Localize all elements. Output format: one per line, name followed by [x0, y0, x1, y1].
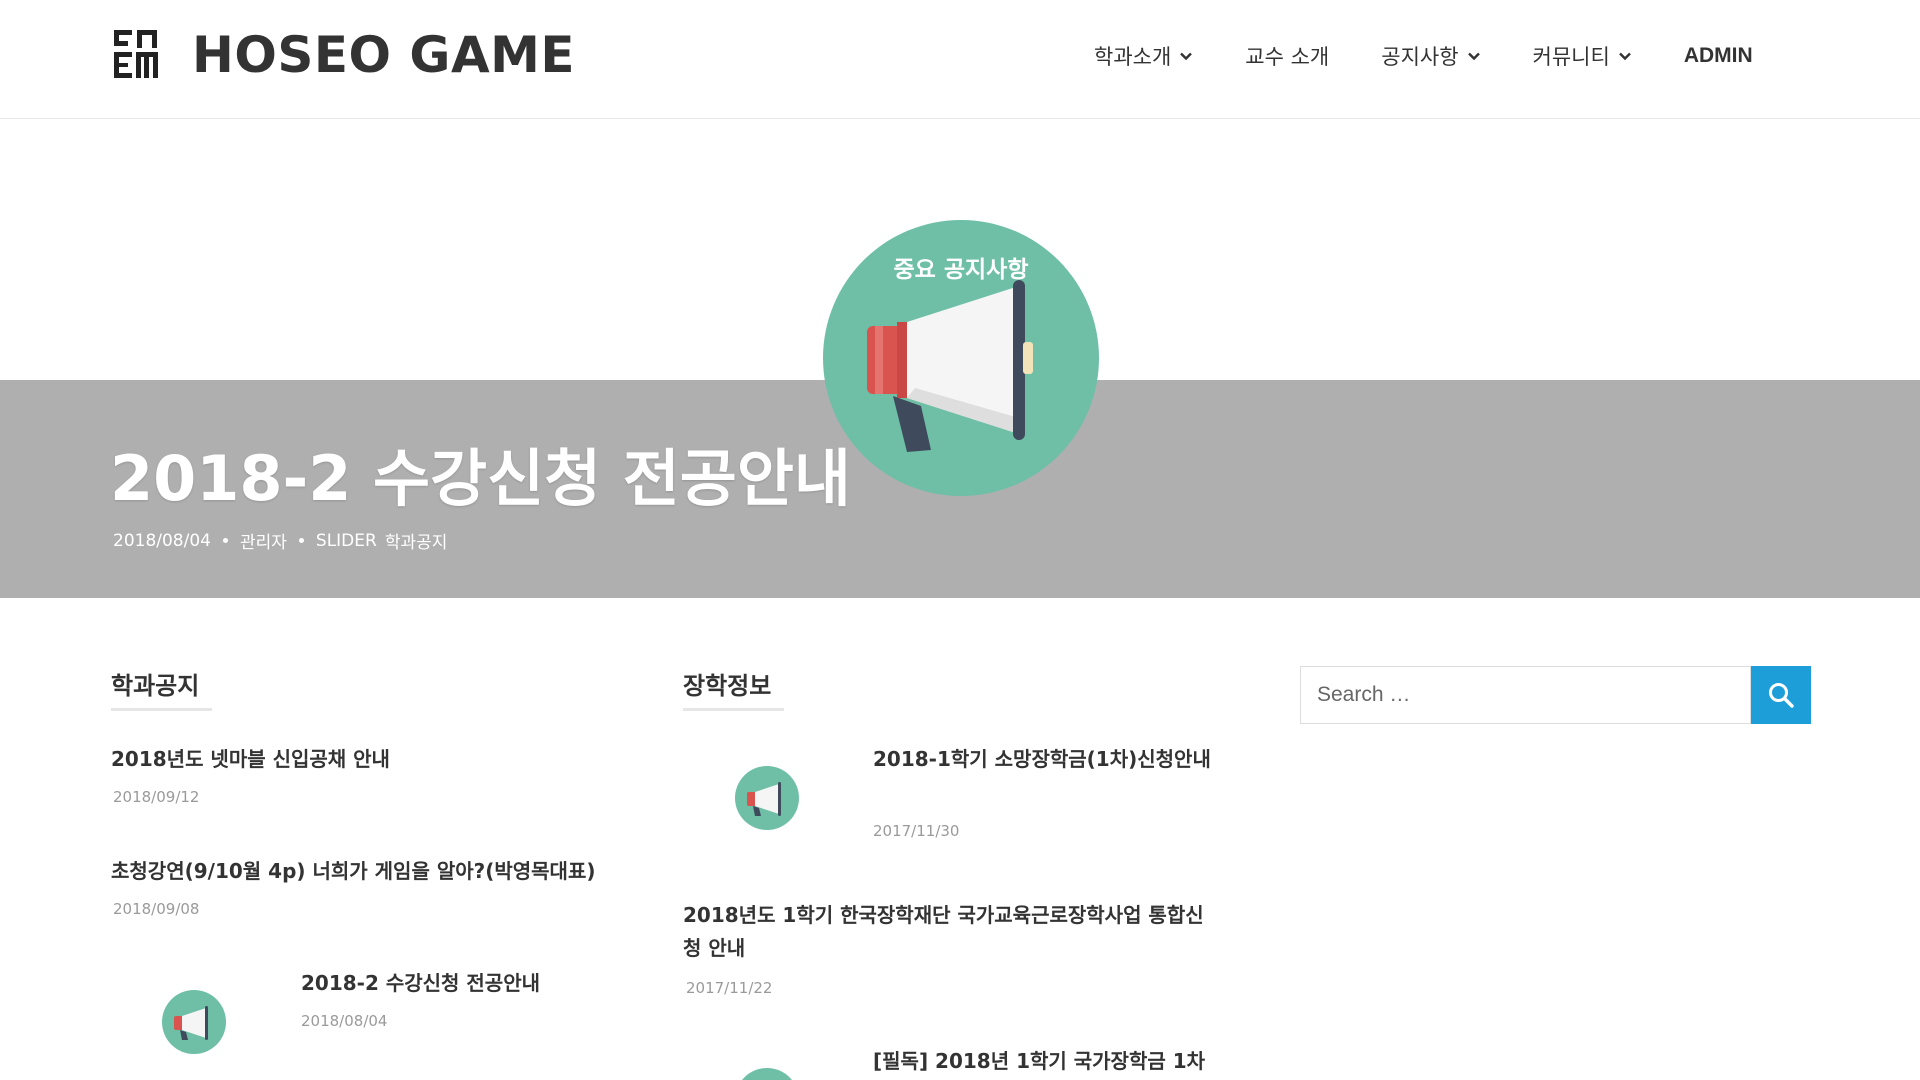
post-author[interactable]: 관리자 [240, 528, 287, 553]
title-underline [683, 708, 784, 711]
search-icon [1769, 683, 1794, 708]
post-link[interactable]: 2018년도 1학기 한국장학재단 국가교육근로장학사업 통합신청 안내 [683, 899, 1213, 965]
nav-item-label: 교수 소개 [1245, 45, 1330, 69]
notices-widget-title: 학과공지 [111, 666, 212, 711]
search-input[interactable] [1301, 667, 1750, 723]
post-link[interactable]: [필독] 2018년 1학기 국가장학금 1차 [873, 1045, 1213, 1078]
post-thumbnail[interactable] [735, 1068, 799, 1080]
title-underline [111, 708, 212, 711]
search-button[interactable] [1751, 666, 1811, 724]
post-category-link[interactable]: SLIDER [316, 531, 377, 551]
post-date: 2018/08/04 [301, 1012, 388, 1030]
site-header: HOSEO GAME 학과소개 교수 소개 공지사항 커뮤니티 ADMIN [0, 0, 1920, 119]
chevron-down-icon [1467, 52, 1480, 61]
nav-item-admin[interactable]: ADMIN [1684, 44, 1753, 68]
scholarship-widget-title: 장학정보 [683, 666, 784, 711]
nav-item-label: 커뮤니티 [1532, 45, 1610, 69]
post-link[interactable]: 2018년도 넷마블 신입공채 안내 [111, 743, 641, 776]
post-date: 2017/11/22 [686, 979, 773, 997]
page-title: 2018-2 수강신청 전공안내 [110, 442, 851, 515]
nav-item-department[interactable]: 학과소개 [1094, 41, 1193, 71]
nav-item-label: 학과소개 [1094, 45, 1172, 69]
nav-item-label: 공지사항 [1381, 45, 1459, 69]
post-meta: 2018/08/04 관리자 SLIDER 학과공지 [113, 528, 448, 554]
chevron-down-icon [1180, 52, 1193, 61]
post-link[interactable]: 2018-2 수강신청 전공안내 [301, 967, 621, 1000]
site-logo-icon[interactable] [112, 28, 160, 80]
post-date: 2018/09/08 [113, 900, 200, 918]
site-title[interactable]: HOSEO GAME [192, 22, 575, 88]
widget-title-text: 장학정보 [683, 672, 772, 700]
post-link[interactable]: 2018-1학기 소망장학금(1차)신청안내 [873, 743, 1213, 776]
chevron-down-icon [1618, 52, 1631, 61]
post-link[interactable]: 초청강연(9/10월 4p) 너희가 게임을 알아?(박영목대표) [111, 855, 651, 888]
nav-item-community[interactable]: 커뮤니티 [1533, 41, 1632, 71]
widget-title-text: 학과공지 [111, 672, 200, 700]
post-date[interactable]: 2018/08/04 [113, 531, 211, 551]
nav-item-notices[interactable]: 공지사항 [1381, 41, 1480, 71]
post-category-link[interactable]: 학과공지 [385, 528, 448, 553]
post-thumbnail[interactable] [735, 766, 799, 830]
nav-item-professors[interactable]: 교수 소개 [1245, 41, 1329, 71]
meta-separator [222, 538, 228, 543]
post-date: 2017/11/30 [873, 822, 960, 840]
search-field[interactable] [1300, 666, 1751, 724]
meta-separator [298, 538, 304, 543]
post-thumbnail[interactable] [162, 990, 226, 1054]
hero-image-caption: 중요 공지사항 [893, 257, 1029, 283]
main-nav: 학과소개 교수 소개 공지사항 커뮤니티 ADMIN [1094, 38, 1753, 74]
nav-item-label: ADMIN [1683, 44, 1753, 67]
post-date: 2018/09/12 [113, 788, 200, 806]
